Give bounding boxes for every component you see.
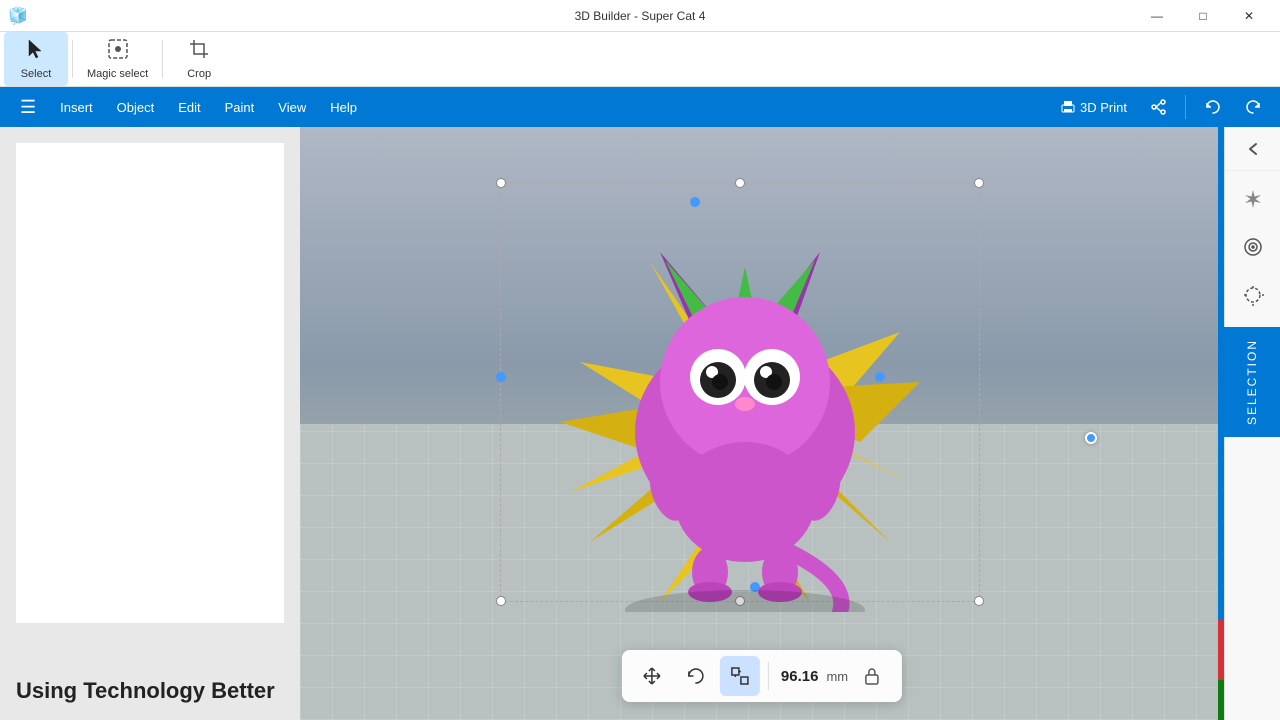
lock-button[interactable] — [852, 656, 892, 696]
color-bar-green — [1218, 680, 1224, 720]
3d-cat-model[interactable] — [500, 182, 980, 612]
cat-svg — [500, 182, 980, 612]
title-bar: 🧊 3D Builder - Super Cat 4 — □ ✕ — [0, 0, 1280, 32]
title-bar-left: 🧊 — [8, 6, 28, 26]
undo-button[interactable] — [1194, 92, 1232, 122]
magic-select-tool[interactable]: Magic select — [77, 32, 158, 86]
menu-insert[interactable]: Insert — [48, 92, 105, 123]
3d-print-button[interactable]: 3D Print — [1050, 93, 1137, 121]
menu-help[interactable]: Help — [318, 92, 369, 123]
float-toolbar: 96.16 mm — [622, 650, 902, 702]
menu-edit[interactable]: Edit — [166, 92, 212, 123]
menu-actions: 3D Print — [1050, 92, 1272, 122]
menu-divider — [1185, 95, 1186, 119]
select-icon — [25, 38, 47, 66]
left-panel-text: Using Technology Better — [0, 662, 291, 720]
effects-tool-button[interactable] — [1231, 225, 1275, 269]
color-bar-blue — [1218, 127, 1224, 620]
float-sep — [768, 662, 769, 690]
toolbar-sep-1 — [72, 40, 73, 78]
menu-view[interactable]: View — [266, 92, 318, 123]
dimension-value: 96.16 — [777, 668, 823, 685]
dimension-unit: mm — [826, 669, 848, 684]
crop-icon — [188, 38, 210, 66]
redo-button[interactable] — [1234, 92, 1272, 122]
main-area: Using Technology Better — [0, 127, 1280, 720]
magic-select-label: Magic select — [87, 68, 148, 80]
move-button[interactable] — [632, 656, 672, 696]
back-button[interactable] — [1225, 127, 1280, 171]
magic-select-icon — [107, 38, 129, 66]
undo-redo-group — [1194, 92, 1272, 122]
color-bar-red — [1218, 620, 1224, 680]
share-button[interactable] — [1141, 93, 1177, 121]
select-label: Select — [21, 68, 52, 80]
maximize-button[interactable]: □ — [1180, 0, 1226, 32]
crop-label: Crop — [187, 68, 211, 80]
crop-tool[interactable]: Crop — [167, 32, 231, 86]
cursor-indicator — [1085, 432, 1097, 444]
left-panel-content — [16, 143, 284, 623]
selection-label: Selection — [1245, 339, 1259, 425]
scale-button[interactable] — [720, 656, 760, 696]
hamburger-menu[interactable]: ☰ — [8, 89, 48, 126]
menu-bar: ☰ Insert Object Edit Paint View Help 3D … — [0, 87, 1280, 127]
sparkle-tool-button[interactable] — [1231, 177, 1275, 221]
window-title: 3D Builder - Super Cat 4 — [575, 9, 706, 23]
toolbar-sep-2 — [162, 40, 163, 78]
viewport[interactable]: 96.16 mm — [300, 127, 1224, 720]
selection-panel: Selection — [1224, 327, 1280, 437]
app-icon: 🧊 — [8, 6, 28, 26]
lasso-tool-button[interactable] — [1231, 273, 1275, 317]
color-bars — [1218, 127, 1224, 720]
menu-paint[interactable]: Paint — [213, 92, 267, 123]
minimize-button[interactable]: — — [1134, 0, 1180, 32]
left-panel: Using Technology Better — [0, 127, 300, 720]
right-panel: Selection — [1224, 127, 1280, 720]
menu-object[interactable]: Object — [105, 92, 167, 123]
3d-print-label: 3D Print — [1080, 100, 1127, 115]
rotate-button[interactable] — [676, 656, 716, 696]
left-panel-title: Using Technology Better — [16, 678, 275, 703]
select-tool[interactable]: Select — [4, 32, 68, 86]
close-button[interactable]: ✕ — [1226, 0, 1272, 32]
toolbar: Select Magic select Crop — [0, 32, 1280, 87]
title-bar-controls: — □ ✕ — [1134, 0, 1272, 32]
